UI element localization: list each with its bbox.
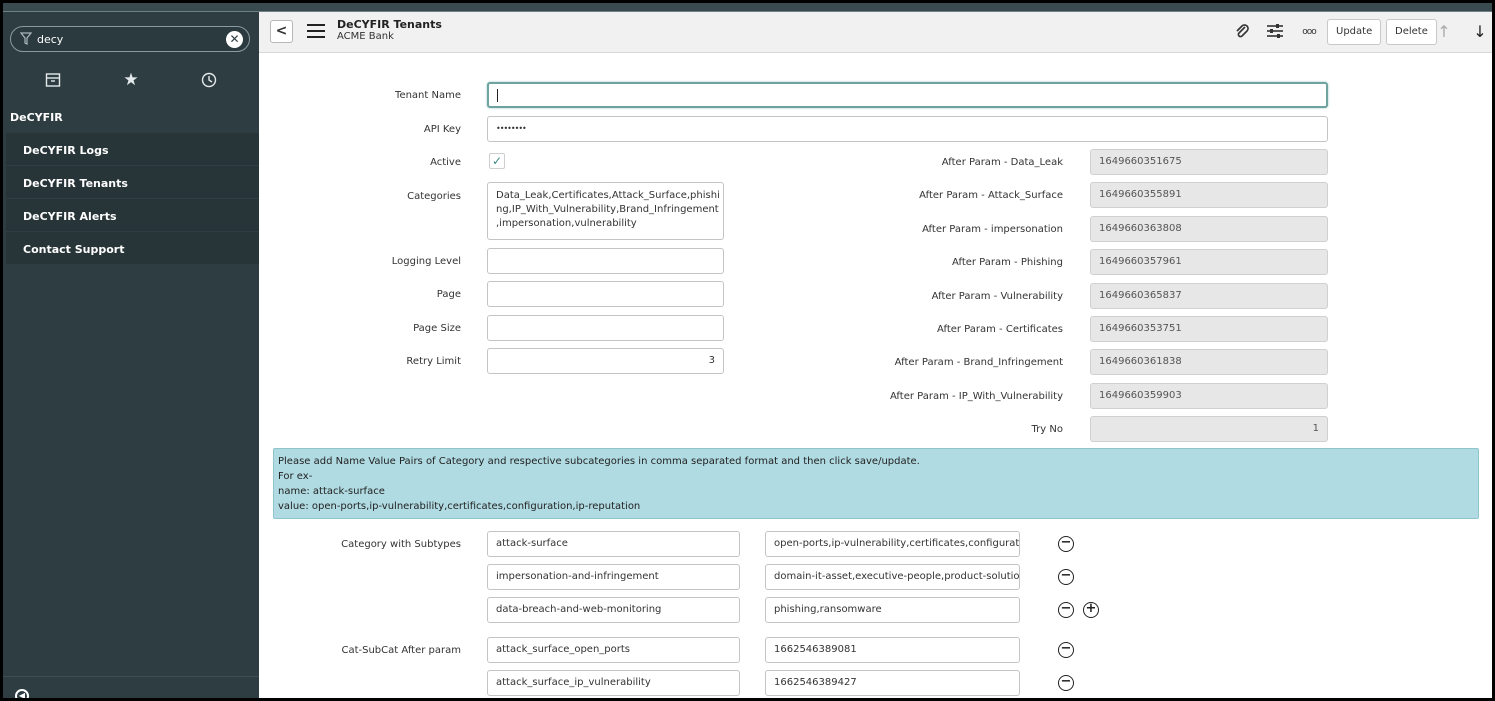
menu-icon[interactable] <box>307 24 325 38</box>
sidebar-menu: DeCYFIR Logs DeCYFIR Tenants DeCYFIR Ale… <box>6 133 259 265</box>
info-line: Please add Name Value Pairs of Category … <box>278 456 920 467</box>
form-header: < DeCYFIR Tenants ACME Bank ooo Update D… <box>259 12 1492 53</box>
sidebar-group-decyfir[interactable]: DeCYFIR <box>3 104 259 130</box>
logging-level-input[interactable] <box>487 248 724 274</box>
delete-button[interactable]: Delete <box>1386 19 1437 45</box>
after-param-certificates-label: After Param - Certificates <box>936 324 1063 335</box>
after-param-attack-surface-label: After Param - Attack_Surface <box>919 190 1063 201</box>
after-param-data-leak-field: 1649660351675 <box>1090 149 1328 175</box>
after-param-impersonation-label: After Param - impersonation <box>922 224 1063 235</box>
after-param-certificates-field: 1649660353751 <box>1090 316 1328 342</box>
filter-navigator[interactable]: ✕ <box>10 26 250 52</box>
cat-subcat-value-input[interactable]: 1662546389081 <box>765 637 1020 663</box>
cat-subcat-name-input[interactable]: attack_surface_ip_vulnerability <box>487 670 740 696</box>
sidebar-item-contact-support[interactable]: Contact Support <box>6 232 259 265</box>
page-input[interactable] <box>487 281 724 307</box>
top-strip <box>3 3 1492 12</box>
remove-row-icon[interactable]: − <box>1058 536 1074 552</box>
after-param-ip-vulnerability-field: 1649660359903 <box>1090 383 1328 409</box>
paperclip-icon[interactable] <box>1233 23 1251 41</box>
remove-row-icon[interactable]: − <box>1058 569 1074 585</box>
after-param-brand-infringement-field: 1649660361838 <box>1090 349 1328 375</box>
categories-textarea[interactable]: Data_Leak,Certificates,Attack_Surface,ph… <box>487 182 724 240</box>
collapse-sidebar-icon[interactable]: ◀ <box>15 689 29 698</box>
star-icon[interactable]: ★ <box>121 70 141 90</box>
category-name-input[interactable]: data-breach-and-web-monitoring <box>487 597 740 623</box>
info-line: For ex- <box>278 471 313 482</box>
after-param-vulnerability-field: 1649660365837 <box>1090 283 1328 309</box>
info-message: Please add Name Value Pairs of Category … <box>273 448 1479 519</box>
after-param-impersonation-field: 1649660363808 <box>1090 216 1328 242</box>
after-param-brand-infringement-label: After Param - Brand_Infringement <box>894 357 1063 368</box>
sidebar: ✕ ★ DeCYFIR DeCYFIR Logs DeCYFIR Tenants… <box>3 12 259 698</box>
try-no-label: Try No <box>1031 424 1063 435</box>
more-options-icon[interactable]: ooo <box>1299 23 1319 41</box>
categories-line: Data_Leak,Certificates,Attack_Surface,ph… <box>496 190 720 201</box>
tenant-name-label: Tenant Name <box>395 90 461 101</box>
active-checkbox[interactable]: ✓ <box>489 153 505 169</box>
page-size-input[interactable] <box>487 315 724 341</box>
back-button[interactable]: < <box>270 20 293 43</box>
api-key-input[interactable]: •••••••• <box>487 116 1328 142</box>
filter-input[interactable] <box>37 31 217 48</box>
page-subtitle: ACME Bank <box>337 31 394 42</box>
categories-label: Categories <box>407 191 461 202</box>
after-param-phishing-label: After Param - Phishing <box>951 257 1063 268</box>
cat-subcat-after-label: Cat-SubCat After param <box>341 645 461 656</box>
info-line: name: attack-surface <box>278 486 385 497</box>
previous-record-icon[interactable]: ↑ <box>1435 23 1453 41</box>
archive-icon[interactable] <box>43 70 63 90</box>
app-window: ✕ ★ DeCYFIR DeCYFIR Logs DeCYFIR Tenants… <box>3 3 1492 698</box>
retry-limit-input[interactable]: 3 <box>487 348 724 374</box>
page-size-label: Page Size <box>413 323 461 334</box>
update-button[interactable]: Update <box>1327 19 1382 45</box>
after-param-ip-vulnerability-label: After Param - IP_With_Vulnerability <box>889 391 1063 402</box>
try-no-field: 1 <box>1090 416 1328 442</box>
categories-line: ng,IP_With_Vulnerability,Brand_Infringem… <box>496 204 719 215</box>
info-line: value: open-ports,ip-vulnerability,certi… <box>278 501 641 512</box>
page-title: DeCYFIR Tenants <box>337 18 442 31</box>
remove-row-icon[interactable]: − <box>1058 602 1074 618</box>
category-subtypes-label: Category with Subtypes <box>341 539 461 550</box>
sidebar-item-decyfir-tenants[interactable]: DeCYFIR Tenants <box>6 166 259 199</box>
after-param-attack-surface-field: 1649660355891 <box>1090 182 1328 208</box>
page-label: Page <box>436 289 461 300</box>
category-value-input[interactable]: domain-it-asset,executive-people,product… <box>765 564 1020 590</box>
nav-icon-bar: ★ <box>3 70 259 94</box>
remove-row-icon[interactable]: − <box>1058 642 1074 658</box>
active-label: Active <box>430 157 461 168</box>
settings-sliders-icon[interactable] <box>1265 23 1285 41</box>
tenant-name-input[interactable] <box>487 82 1328 108</box>
sidebar-item-decyfir-alerts[interactable]: DeCYFIR Alerts <box>6 199 259 232</box>
cat-subcat-value-input[interactable]: 1662546389427 <box>765 670 1020 696</box>
category-name-input[interactable]: attack-surface <box>487 531 740 557</box>
logging-level-label: Logging Level <box>391 256 461 267</box>
category-value-input[interactable]: open-ports,ip-vulnerability,certificates… <box>765 531 1020 557</box>
cat-subcat-name-input[interactable]: attack_surface_open_ports <box>487 637 740 663</box>
categories-line: ,impersonation,vulnerability <box>496 218 637 229</box>
category-name-input[interactable]: impersonation-and-infringement <box>487 564 740 590</box>
sidebar-item-decyfir-logs[interactable]: DeCYFIR Logs <box>6 133 259 166</box>
sidebar-divider <box>3 676 259 677</box>
after-param-data-leak-label: After Param - Data_Leak <box>941 157 1063 168</box>
retry-limit-label: Retry Limit <box>406 356 461 367</box>
category-value-input[interactable]: phishing,ransomware <box>765 597 1020 623</box>
filter-icon <box>20 32 32 45</box>
after-param-vulnerability-label: After Param - Vulnerability <box>931 291 1063 302</box>
next-record-icon[interactable]: ↓ <box>1471 23 1489 41</box>
add-row-icon[interactable]: + <box>1083 602 1099 618</box>
close-circle-icon[interactable]: ✕ <box>226 31 243 48</box>
api-key-label: API Key <box>423 124 461 135</box>
after-param-phishing-field: 1649660357961 <box>1090 249 1328 275</box>
clock-icon[interactable] <box>199 70 219 90</box>
remove-row-icon[interactable]: − <box>1058 675 1074 691</box>
